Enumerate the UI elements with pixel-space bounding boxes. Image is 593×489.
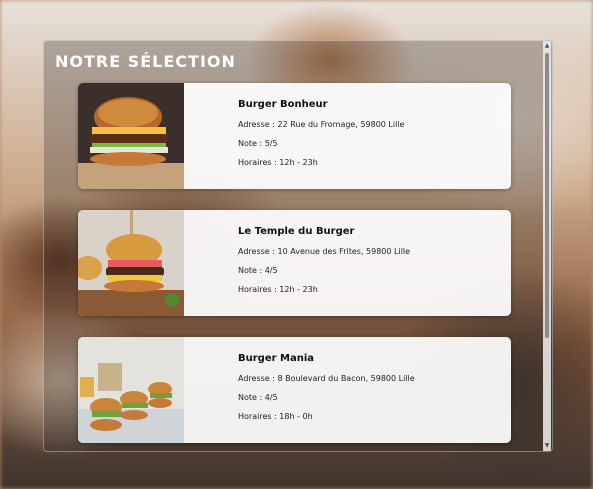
restaurant-info: Le Temple du Burger Adresse : 10 Avenue …: [238, 226, 410, 304]
restaurant-list: Burger Bonheur Adresse : 22 Rue du Froma…: [78, 83, 511, 451]
restaurant-rating: Note : 4/5: [238, 393, 278, 402]
restaurant-info: Burger Mania Adresse : 8 Boulevard du Ba…: [238, 353, 415, 431]
restaurant-hours: Horaires : 12h - 23h: [238, 158, 318, 167]
selection-panel: NOTRE SÉLECTION Burger Bonheur Adresse:…: [43, 40, 553, 452]
vertical-scrollbar[interactable]: ▲ ▼: [543, 41, 551, 451]
restaurant-rating: Note : 4/5: [238, 266, 278, 275]
page-title: NOTRE SÉLECTION: [55, 52, 236, 71]
burger-photo: [78, 83, 184, 189]
scroll-down-arrow-icon[interactable]: ▼: [543, 441, 551, 451]
restaurant-hours: Horaires : 12h - 23h: [238, 285, 318, 294]
restaurant-address: Adresse : 8 Boulevard du Bacon, 59800 Li…: [238, 374, 415, 383]
restaurant-name: Le Temple du Burger: [238, 226, 355, 237]
burger-photo: [78, 210, 184, 316]
burger-photo: [78, 337, 184, 443]
restaurant-address: Adresse : 22 Rue du Fromage, 59800 Lille: [238, 120, 405, 129]
restaurant-card[interactable]: Le Temple du Burger Adresse : 10 Avenue …: [78, 210, 511, 316]
restaurant-info: Burger Bonheur Adresse : 22 Rue du Froma…: [238, 99, 404, 177]
restaurant-rating: Note : 5/5: [238, 139, 278, 148]
restaurant-name: Burger Mania: [238, 353, 315, 364]
restaurant-address: Adresse : 10 Avenue des Frites, 59800 Li…: [238, 247, 411, 256]
restaurant-hours: Horaires : 18h - 0h: [238, 412, 313, 421]
scroll-up-arrow-icon[interactable]: ▲: [543, 41, 551, 51]
restaurant-name: Burger Bonheur: [238, 99, 328, 110]
restaurant-card[interactable]: Burger Mania Adresse : 8 Boulevard du Ba…: [78, 337, 511, 443]
restaurant-card[interactable]: Burger Bonheur Adresse : 22 Rue du Froma…: [78, 83, 511, 189]
scrollbar-thumb[interactable]: [545, 53, 549, 338]
